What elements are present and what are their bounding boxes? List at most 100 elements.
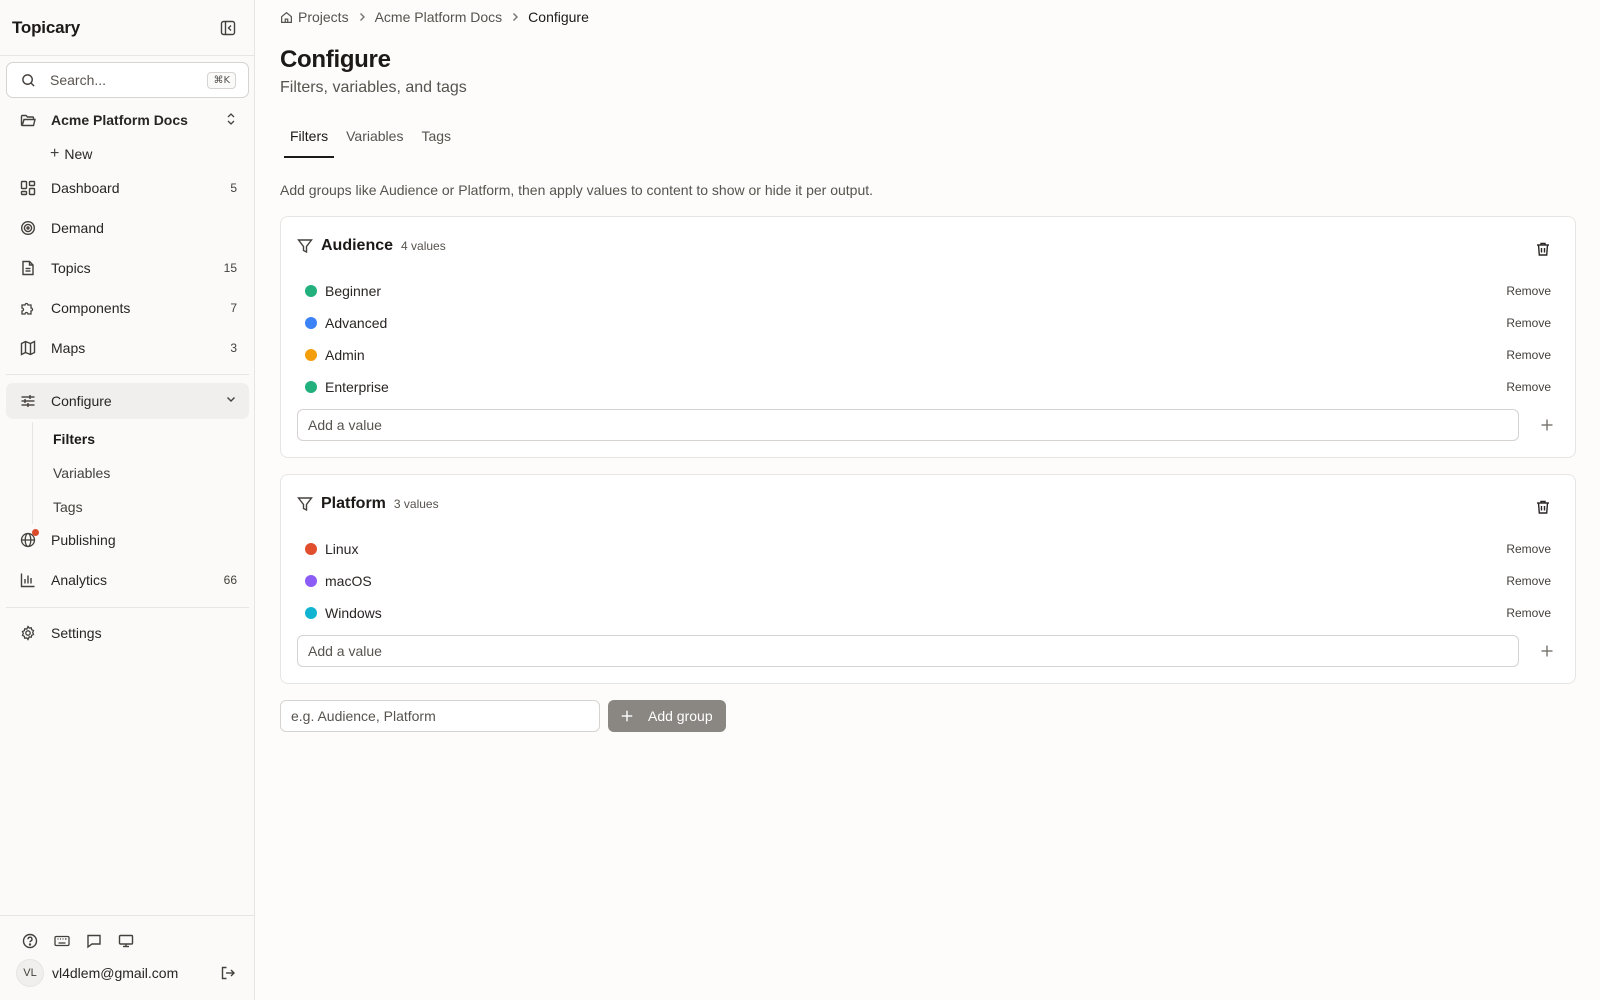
new-button[interactable]: + New <box>50 142 92 166</box>
sliders-icon <box>20 393 36 409</box>
user-email: vl4dlem@gmail.com <box>52 965 179 981</box>
remove-value-button[interactable]: Remove <box>1506 542 1551 556</box>
search-input[interactable]: Search... <box>50 72 207 88</box>
help-icon[interactable] <box>22 933 38 949</box>
sidebar-item-label: Publishing <box>51 532 116 548</box>
breadcrumb-projects-link[interactable]: Projects <box>280 9 349 25</box>
sidebar-item-label: Analytics <box>51 572 108 588</box>
avatar: VL <box>16 959 44 987</box>
value-row: macOS Remove <box>305 565 1551 597</box>
value-label: Linux <box>325 541 359 557</box>
chevron-right-icon <box>510 12 520 22</box>
globe-icon <box>20 529 39 548</box>
chevron-up-down-icon <box>225 112 237 128</box>
delete-group-icon[interactable] <box>1535 499 1551 515</box>
configure-subnav: Filters Variables Tags <box>32 422 249 524</box>
page-subtitle: Filters, variables, and tags <box>280 79 467 96</box>
map-icon <box>20 340 36 356</box>
breadcrumb: Projects Acme Platform Docs Configure <box>280 9 589 25</box>
remove-value-button[interactable]: Remove <box>1506 284 1551 298</box>
sidebar-item-components[interactable]: Components 7 <box>6 290 249 326</box>
sidebar-item-count: 7 <box>230 301 237 315</box>
bar-chart-icon <box>20 572 36 588</box>
monitor-icon[interactable] <box>118 933 134 949</box>
add-group-label: Add group <box>648 708 713 724</box>
sidebar-item-topics[interactable]: Topics 15 <box>6 250 249 286</box>
logout-icon[interactable] <box>218 963 238 983</box>
search-box[interactable]: Search... ⌘K <box>6 62 249 98</box>
sidebar-footer: VL vl4dlem@gmail.com <box>0 915 254 1000</box>
value-row: Windows Remove <box>305 597 1551 629</box>
user-profile[interactable]: VL vl4dlem@gmail.com <box>16 959 238 987</box>
remove-value-button[interactable]: Remove <box>1506 380 1551 394</box>
tab-bar: Filters Variables Tags <box>284 128 463 158</box>
sidebar-item-label: Maps <box>51 340 86 356</box>
home-icon <box>280 11 293 24</box>
sidebar-item-publishing[interactable]: Publishing <box>6 522 249 558</box>
group-name: Audience <box>321 237 394 254</box>
group-value-count: 3 values <box>393 497 439 511</box>
new-group-input[interactable] <box>280 700 600 732</box>
value-color-dot <box>305 285 317 297</box>
filter-group-audience: Audience 4 values Beginner Remove Advanc… <box>280 216 1576 458</box>
remove-value-button[interactable]: Remove <box>1506 606 1551 620</box>
chevron-right-icon <box>357 12 367 22</box>
value-row: Beginner Remove <box>305 275 1551 307</box>
value-row: Enterprise Remove <box>305 371 1551 403</box>
sidebar-item-label: Dashboard <box>51 180 120 196</box>
sidebar-item-label: Configure <box>51 393 112 409</box>
page-description: Add groups like Audience or Platform, th… <box>280 182 874 198</box>
keyboard-icon[interactable] <box>54 933 70 949</box>
plus-icon <box>620 709 634 723</box>
sidebar-item-count: 5 <box>230 181 237 195</box>
collapse-sidebar-icon[interactable] <box>218 18 238 38</box>
sidebar-item-demand[interactable]: Demand <box>6 210 249 246</box>
group-value-count: 4 values <box>401 239 446 253</box>
sidebar-item-configure[interactable]: Configure <box>6 383 249 419</box>
value-row: Advanced Remove <box>305 307 1551 339</box>
project-switcher[interactable]: Acme Platform Docs <box>6 102 249 138</box>
sidebar-item-label: Demand <box>51 220 104 236</box>
sidebar-item-maps[interactable]: Maps 3 <box>6 330 249 366</box>
project-name: Acme Platform Docs <box>51 112 188 128</box>
add-value-input[interactable] <box>297 409 1519 441</box>
remove-value-button[interactable]: Remove <box>1506 348 1551 362</box>
remove-value-button[interactable]: Remove <box>1506 574 1551 588</box>
sidebar-item-analytics[interactable]: Analytics 66 <box>6 562 249 598</box>
subnav-item-variables[interactable]: Variables <box>33 456 249 490</box>
value-row: Linux Remove <box>305 533 1551 565</box>
search-icon <box>21 73 36 88</box>
value-color-dot <box>305 607 317 619</box>
chevron-down-icon <box>225 393 237 409</box>
add-group-button[interactable]: Add group <box>608 700 726 732</box>
app-logo: Topicary <box>12 17 80 37</box>
gear-icon <box>20 625 36 641</box>
add-value-input[interactable] <box>297 635 1519 667</box>
sidebar-divider <box>6 607 249 608</box>
filter-icon <box>297 238 313 254</box>
subnav-item-filters[interactable]: Filters <box>33 422 249 456</box>
breadcrumb-project-link[interactable]: Acme Platform Docs <box>375 9 503 25</box>
tab-tags[interactable]: Tags <box>415 128 457 157</box>
breadcrumb-label: Projects <box>298 9 349 25</box>
remove-value-button[interactable]: Remove <box>1506 316 1551 330</box>
tab-filters[interactable]: Filters <box>284 128 335 158</box>
sidebar-item-dashboard[interactable]: Dashboard 5 <box>6 170 249 206</box>
new-button-label: New <box>64 146 93 162</box>
sidebar-item-count: 66 <box>223 573 237 587</box>
value-label: Beginner <box>325 283 382 299</box>
chat-icon[interactable] <box>86 933 102 949</box>
plus-icon: + <box>50 145 60 162</box>
sidebar-item-label: Topics <box>51 260 91 276</box>
target-icon <box>20 220 36 236</box>
tab-variables[interactable]: Variables <box>340 128 409 157</box>
add-value-plus-icon[interactable] <box>1539 417 1555 433</box>
subnav-item-tags[interactable]: Tags <box>33 490 249 524</box>
folder-icon <box>20 112 36 128</box>
value-color-dot <box>305 317 317 329</box>
add-value-plus-icon[interactable] <box>1539 643 1555 659</box>
page-title: Configure <box>280 46 391 73</box>
sidebar-item-settings[interactable]: Settings <box>6 615 249 651</box>
delete-group-icon[interactable] <box>1535 241 1551 257</box>
sidebar-item-count: 3 <box>230 341 237 355</box>
